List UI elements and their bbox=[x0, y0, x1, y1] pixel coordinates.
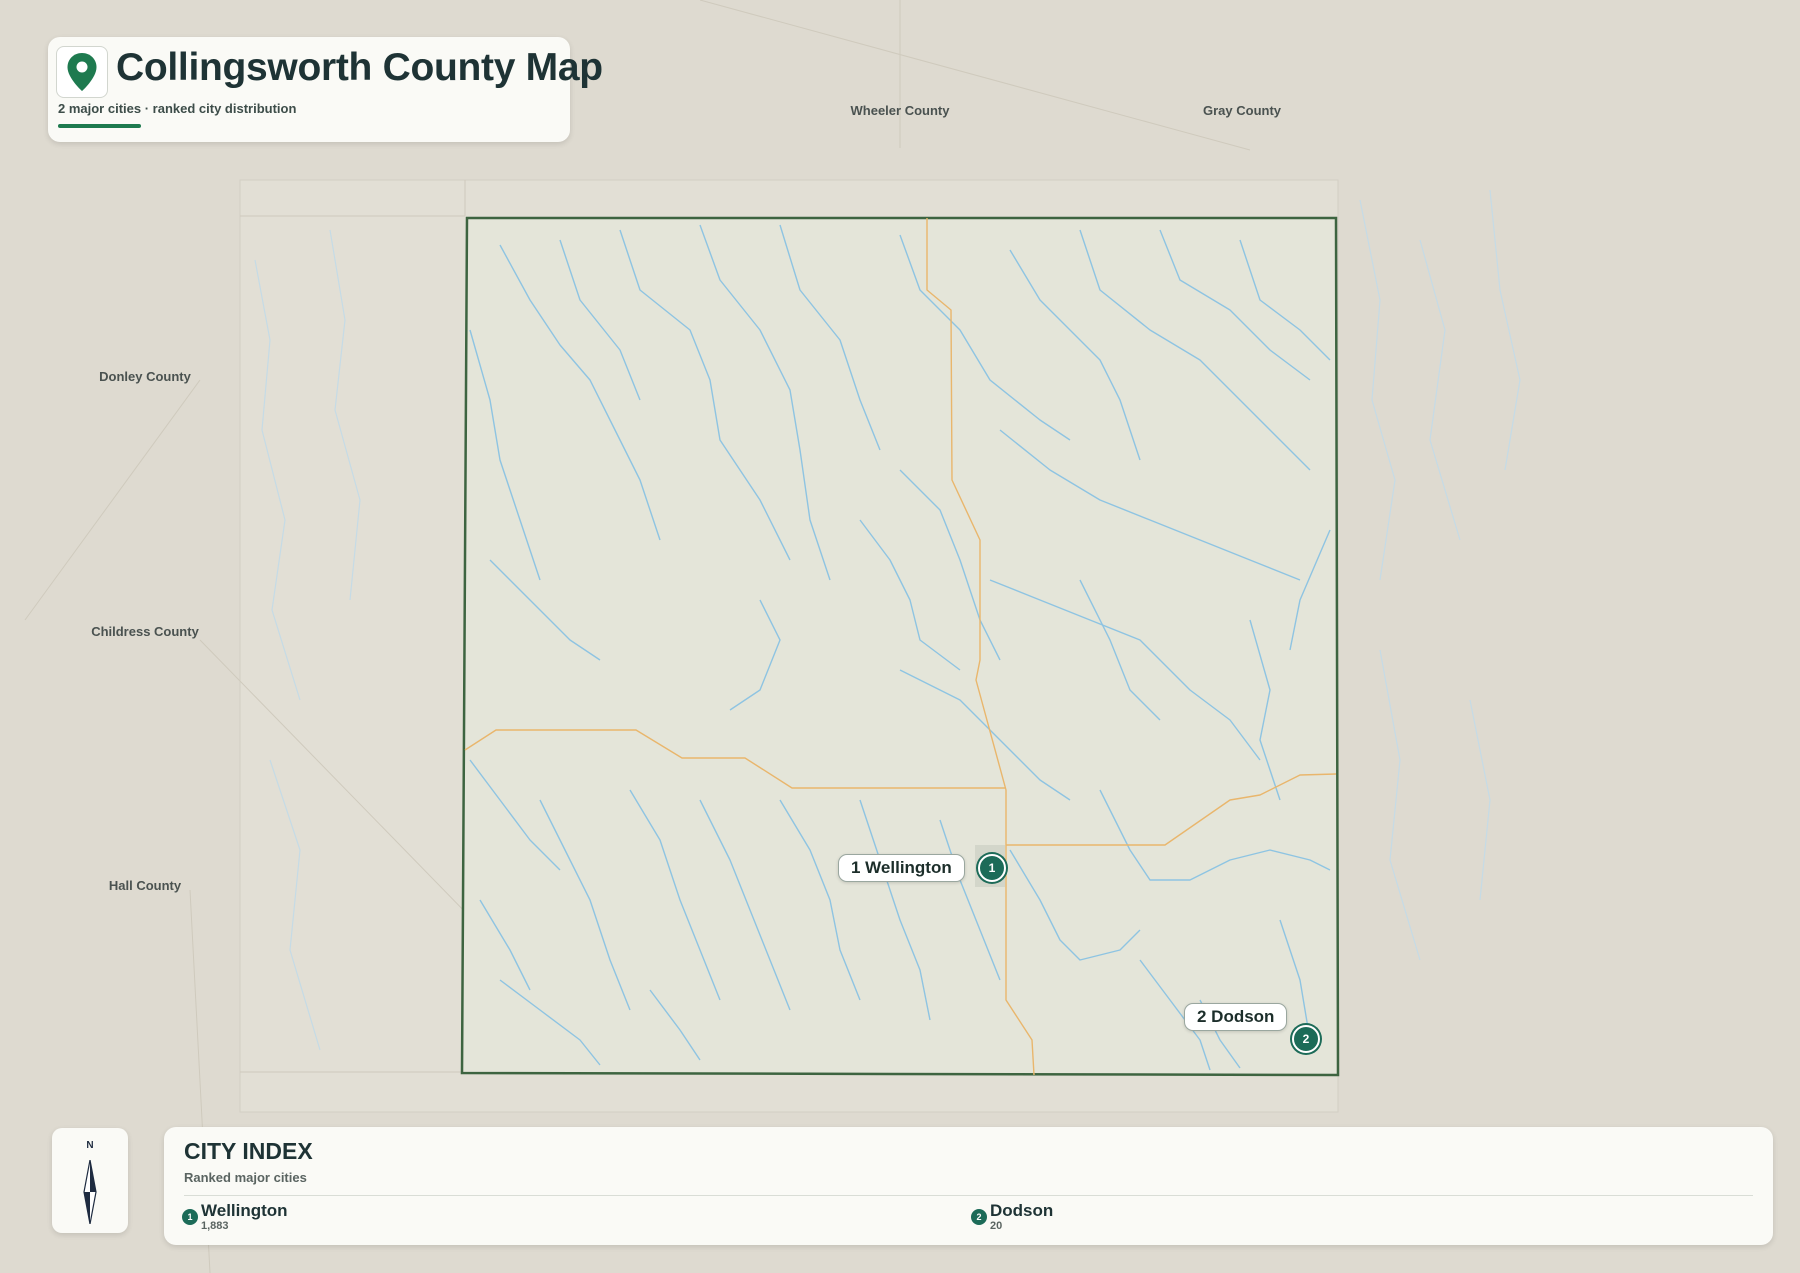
city-name: Wellington bbox=[201, 1201, 288, 1220]
title-underline bbox=[58, 124, 141, 128]
county-label-hall: Hall County bbox=[108, 878, 182, 893]
page-title: Collingsworth County Map bbox=[116, 46, 603, 89]
rank-badge: 2 bbox=[971, 1209, 987, 1225]
county-label-donley: Donley County bbox=[99, 369, 191, 384]
city-population: 20 bbox=[990, 1220, 1003, 1232]
map-pin-icon bbox=[56, 46, 108, 98]
title-card: Collingsworth County Map 2 major cities … bbox=[48, 37, 603, 142]
city-index-title: CITY INDEX bbox=[184, 1138, 313, 1164]
county-label-gray: Gray County bbox=[1202, 103, 1282, 118]
compass: N bbox=[52, 1128, 128, 1233]
city-callout-dodson[interactable]: 2 Dodson bbox=[1184, 1003, 1288, 1031]
city-population: 1,883 bbox=[201, 1220, 229, 1232]
city-index-panel: CITY INDEX Ranked major cities 1 Welling… bbox=[164, 1127, 1773, 1245]
map-canvas bbox=[0, 0, 1800, 1273]
city-marker-dodson[interactable]: 2 bbox=[1292, 1025, 1320, 1053]
city-name: Dodson bbox=[990, 1201, 1054, 1220]
compass-arrow-icon bbox=[83, 1160, 97, 1224]
county-label-wheeler: Wheeler County bbox=[850, 103, 950, 118]
city-marker-wellington[interactable]: 1 bbox=[978, 854, 1006, 882]
city-index-divider bbox=[184, 1195, 1753, 1196]
page-subtitle: 2 major cities · ranked city distributio… bbox=[58, 101, 297, 116]
county-boundary bbox=[460, 216, 1340, 1077]
county-label-childress: Childress County bbox=[91, 624, 199, 639]
rank-badge: 1 bbox=[182, 1209, 198, 1225]
compass-north-label: N bbox=[86, 1140, 94, 1151]
city-callout-wellington[interactable]: 1 Wellington bbox=[838, 854, 965, 882]
city-index-subtitle: Ranked major cities bbox=[184, 1170, 307, 1185]
